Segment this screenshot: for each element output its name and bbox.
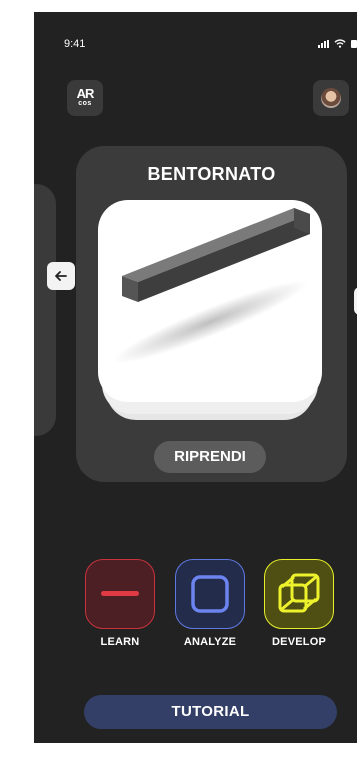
wifi-icon [334, 39, 346, 48]
learn-label: LEARN [100, 636, 140, 648]
analyze-mode-button[interactable]: ANALYZE [174, 559, 246, 648]
resume-button[interactable]: RIPRENDI [154, 441, 266, 473]
learn-mode-tile[interactable] [85, 559, 155, 629]
logo-subtext: cos [78, 100, 92, 107]
square-icon [191, 575, 229, 613]
develop-label: DEVELOP [272, 636, 326, 648]
arrow-left-icon [55, 271, 67, 281]
analyze-mode-tile[interactable] [175, 559, 245, 629]
dash-icon [101, 591, 139, 596]
learn-mode-button[interactable]: LEARN [84, 559, 156, 648]
profile-button[interactable] [313, 80, 349, 116]
avatar [321, 88, 341, 108]
signal-icon [318, 39, 329, 48]
model-preview[interactable] [98, 200, 322, 402]
app-logo-button[interactable]: AR cos [67, 80, 103, 116]
carousel-prev-button[interactable] [47, 262, 75, 290]
battery-icon [351, 39, 357, 48]
app-screen: 9:41 AR cos BENTORNATO RIPRENDI LEARN AN… [34, 12, 357, 743]
develop-mode-button[interactable]: DEVELOP [263, 559, 335, 648]
carousel-main-card[interactable]: BENTORNATO RIPRENDI [76, 146, 347, 482]
3d-bar-model-icon [112, 208, 310, 364]
carousel-prev-card[interactable] [34, 184, 56, 436]
status-time: 9:41 [64, 38, 86, 50]
status-icons [318, 39, 357, 48]
logo-text: AR [76, 86, 95, 101]
analyze-label: ANALYZE [183, 636, 237, 648]
develop-mode-tile[interactable] [264, 559, 334, 629]
tutorial-button[interactable]: TUTORIAL [84, 695, 337, 729]
cube-wireframe-icon [278, 573, 320, 613]
card-title: BENTORNATO [147, 164, 276, 184]
